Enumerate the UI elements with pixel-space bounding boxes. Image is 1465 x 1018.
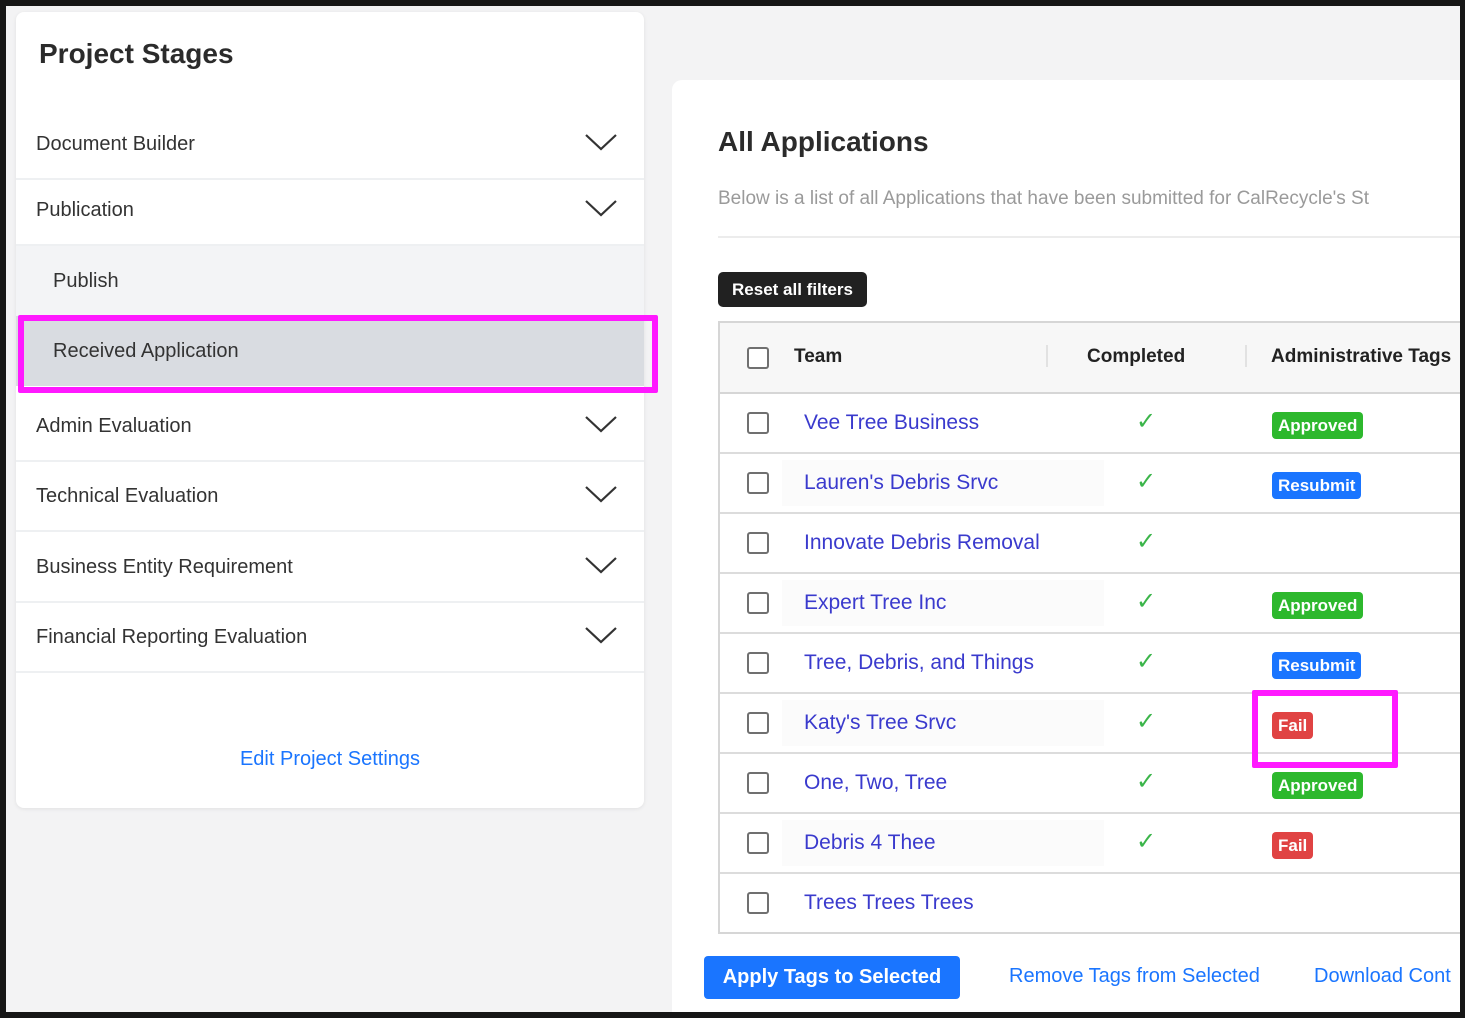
stage-technical-evaluation[interactable]: Technical Evaluation (16, 462, 644, 532)
chevron-down-icon (585, 416, 617, 433)
stage-label: Document Builder (36, 132, 195, 155)
page-title: All Applications (718, 126, 929, 157)
page-description: Below is a list of all Applications that… (718, 188, 1370, 209)
download-link[interactable]: Download Cont (1314, 965, 1451, 988)
completed-check-icon: ✓ (1136, 408, 1157, 435)
panel-title: Project Stages (39, 38, 234, 69)
row-checkbox[interactable] (747, 472, 769, 494)
team-link[interactable]: One, Two, Tree (782, 760, 1104, 806)
status-badge: Fail (1272, 832, 1314, 859)
highlight-annotation (18, 315, 658, 393)
stage-label: Business Entity Requirement (36, 555, 293, 578)
chevron-down-icon (585, 200, 617, 217)
table-row[interactable]: Trees Trees Trees (720, 874, 1465, 934)
completed-check-icon: ✓ (1136, 708, 1157, 735)
chevron-down-icon (585, 486, 617, 503)
highlight-annotation (1252, 690, 1398, 768)
completed-check-icon: ✓ (1136, 528, 1157, 555)
reset-filters-button[interactable]: Reset all filters (718, 272, 867, 307)
stage-publish[interactable]: Publish (16, 246, 644, 316)
team-link[interactable]: Debris 4 Thee (782, 820, 1104, 866)
apply-tags-button[interactable]: Apply Tags to Selected (704, 956, 960, 999)
status-badge: Approved (1272, 592, 1364, 619)
row-checkbox[interactable] (747, 652, 769, 674)
table-row[interactable]: Vee Tree Business ✓ Approved (720, 394, 1465, 454)
stage-label: Publication (36, 198, 134, 221)
status-badge: Approved (1272, 412, 1364, 439)
stage-label: Publish (53, 269, 119, 292)
table-row[interactable]: Debris 4 Thee ✓ Fail (720, 814, 1465, 874)
column-divider (1245, 345, 1247, 367)
stage-label: Technical Evaluation (36, 484, 219, 507)
stage-admin-evaluation[interactable]: Admin Evaluation (16, 392, 644, 462)
table-row[interactable]: Innovate Debris Removal ✓ (720, 514, 1465, 574)
team-link[interactable]: Trees Trees Trees (782, 880, 1104, 926)
column-header-administrative-tags[interactable]: Administrative Tags (1271, 346, 1451, 368)
table-row[interactable]: Lauren's Debris Srvc ✓ Resubmit (720, 454, 1465, 514)
completed-check-icon: ✓ (1136, 588, 1157, 615)
completed-check-icon: ✓ (1136, 768, 1157, 795)
stage-document-builder[interactable]: Document Builder (16, 110, 644, 180)
status-badge: Resubmit (1272, 472, 1362, 499)
completed-check-icon: ✓ (1136, 828, 1157, 855)
team-link[interactable]: Tree, Debris, and Things (782, 640, 1104, 686)
row-checkbox[interactable] (747, 532, 769, 554)
project-stages-panel: Project Stages Document Builder Publicat… (16, 12, 644, 808)
team-link[interactable]: Vee Tree Business (782, 400, 1104, 446)
team-link[interactable]: Katy's Tree Srvc (782, 700, 1104, 746)
divider (718, 236, 1463, 238)
chevron-down-icon (585, 134, 617, 151)
select-all-checkbox[interactable] (747, 347, 769, 369)
column-header-completed[interactable]: Completed (1087, 346, 1185, 368)
table-header: Team Completed Administrative Tags (720, 323, 1465, 394)
row-checkbox[interactable] (747, 412, 769, 434)
stage-label: Financial Reporting Evaluation (36, 625, 308, 648)
chevron-down-icon (585, 627, 617, 644)
edit-project-settings-link[interactable]: Edit Project Settings (16, 748, 644, 771)
row-checkbox[interactable] (747, 592, 769, 614)
team-link[interactable]: Innovate Debris Removal (782, 520, 1104, 566)
column-divider (1046, 345, 1048, 367)
team-link[interactable]: Expert Tree Inc (782, 580, 1104, 626)
column-header-team[interactable]: Team (794, 346, 842, 368)
applications-table: Team Completed Administrative Tags Vee T… (718, 321, 1465, 934)
stage-publication[interactable]: Publication (16, 176, 644, 246)
row-checkbox[interactable] (747, 712, 769, 734)
status-badge: Approved (1272, 772, 1364, 799)
stage-financial-reporting-evaluation[interactable]: Financial Reporting Evaluation (16, 603, 644, 673)
table-row[interactable]: Tree, Debris, and Things ✓ Resubmit (720, 634, 1465, 694)
table-row[interactable]: Expert Tree Inc ✓ Approved (720, 574, 1465, 634)
status-badge: Resubmit (1272, 652, 1362, 679)
completed-check-icon: ✓ (1136, 648, 1157, 675)
row-checkbox[interactable] (747, 892, 769, 914)
team-link[interactable]: Lauren's Debris Srvc (782, 460, 1104, 506)
stage-label: Admin Evaluation (36, 414, 192, 437)
row-checkbox[interactable] (747, 832, 769, 854)
completed-check-icon: ✓ (1136, 468, 1157, 495)
remove-tags-link[interactable]: Remove Tags from Selected (1009, 965, 1260, 988)
stage-business-entity-requirement[interactable]: Business Entity Requirement (16, 533, 644, 603)
row-checkbox[interactable] (747, 772, 769, 794)
chevron-down-icon (585, 557, 617, 574)
